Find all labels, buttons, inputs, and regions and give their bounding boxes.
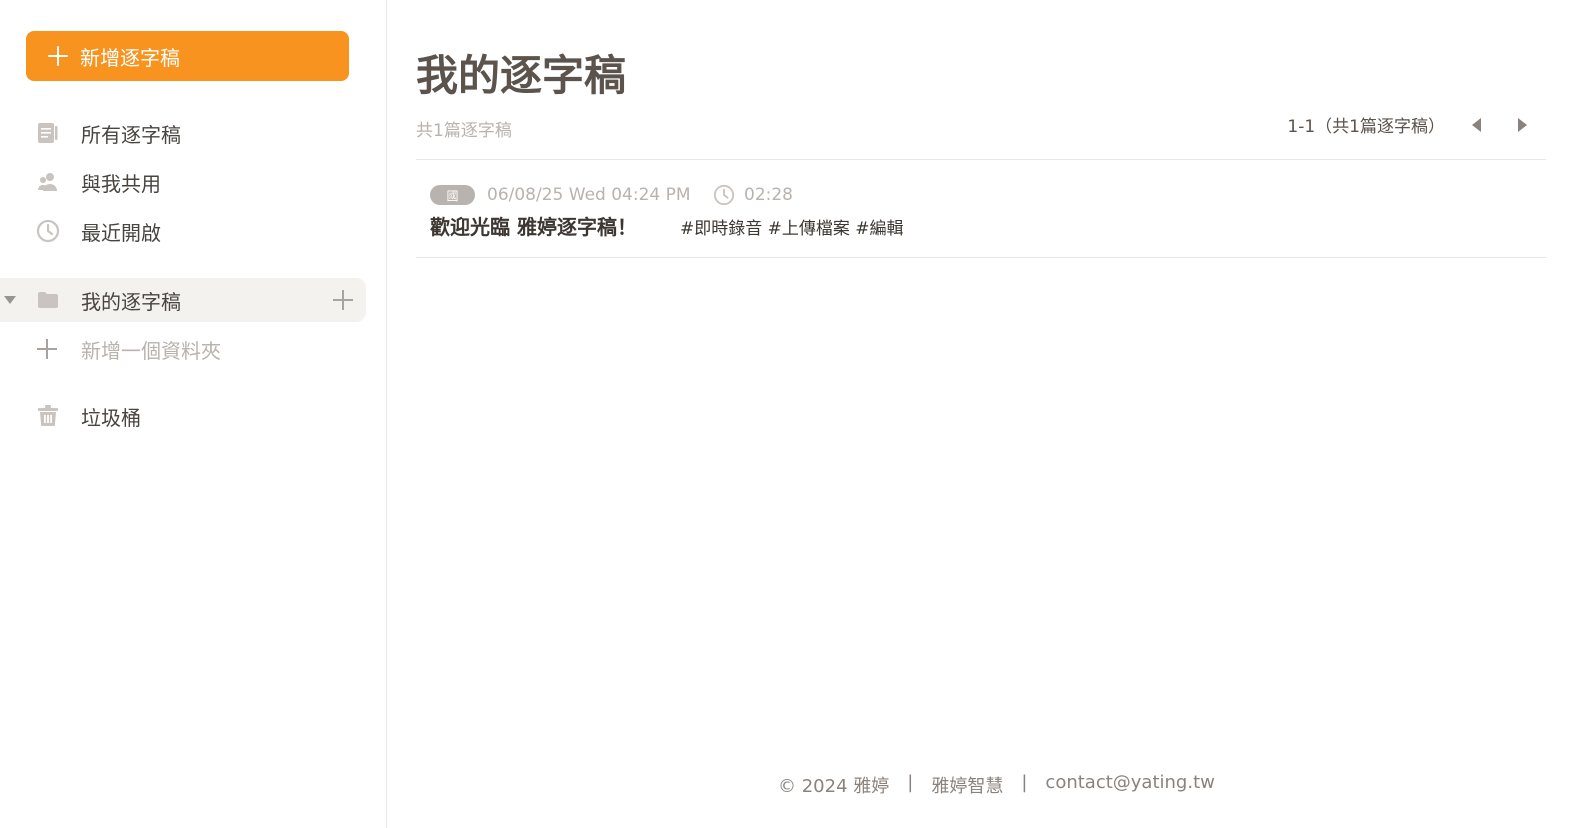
sidebar-item-label: 最近開啟 (81, 220, 161, 245)
sidebar-item-recently-opened[interactable]: 最近開啟 (0, 209, 366, 253)
trash-icon (36, 404, 60, 428)
sidebar: 新增逐字稿 所有逐字稿 與我共用 最近開啟 我的逐字稿 新增一個資料夾 垃圾桶 (0, 0, 387, 828)
transcript-row[interactable]: 國 06/08/25 Wed 04:24 PM 02:28 歡迎光臨 雅婷逐字稿… (416, 160, 1546, 258)
document-icon (36, 121, 60, 145)
main-content: 我的逐字稿 共1篇逐字稿 1-1（共1篇逐字稿） 國 06/08/25 Wed … (388, 0, 1573, 828)
transcript-date: 06/08/25 Wed 04:24 PM (487, 185, 691, 205)
people-icon (36, 170, 60, 194)
transcript-count: 共1篇逐字稿 (416, 121, 512, 141)
add-folder-label: 新增一個資料夾 (81, 338, 221, 363)
caret-down-icon[interactable] (4, 296, 16, 304)
footer-company-link[interactable]: 雅婷智慧 (931, 772, 1003, 798)
clock-icon (36, 219, 60, 243)
language-badge: 國 (430, 185, 475, 205)
add-subfolder-icon[interactable] (332, 289, 354, 311)
folder-icon (36, 288, 60, 312)
sidebar-item-shared-with-me[interactable]: 與我共用 (0, 160, 366, 204)
sidebar-item-label: 所有逐字稿 (81, 122, 181, 147)
sidebar-item-all-transcripts[interactable]: 所有逐字稿 (0, 111, 366, 155)
footer-copyright: © 2024 雅婷 (778, 776, 890, 797)
sidebar-item-label: 我的逐字稿 (81, 289, 181, 314)
sidebar-item-label: 與我共用 (81, 171, 161, 196)
next-page-icon[interactable] (1509, 113, 1533, 137)
footer: © 2024 雅婷 | 雅婷智慧 | contact@yating.tw (778, 772, 1215, 798)
footer-separator: | (907, 772, 914, 793)
pagination-range: 1-1（共1篇逐字稿） (1287, 117, 1445, 137)
plus-icon (48, 46, 68, 66)
add-folder-button[interactable]: 新增一個資料夾 (0, 327, 366, 371)
page-title: 我的逐字稿 (416, 51, 627, 100)
transcript-tags: #即時錄音 #上傳檔案 #編輯 (680, 219, 904, 239)
new-transcript-label: 新增逐字稿 (80, 45, 180, 70)
prev-page-icon[interactable] (1465, 113, 1489, 137)
plus-icon (36, 338, 58, 360)
sidebar-folder-my-transcripts[interactable]: 我的逐字稿 (0, 278, 366, 322)
new-transcript-button[interactable]: 新增逐字稿 (26, 31, 349, 81)
sidebar-item-trash[interactable]: 垃圾桶 (0, 394, 366, 438)
transcript-title[interactable]: 歡迎光臨 雅婷逐字稿！ (430, 211, 637, 240)
footer-separator: | (1021, 772, 1028, 793)
footer-email-link[interactable]: contact@yating.tw (1045, 772, 1214, 798)
pagination: 1-1（共1篇逐字稿） (1287, 112, 1533, 137)
sidebar-item-label: 垃圾桶 (81, 405, 141, 430)
clock-icon (713, 184, 735, 206)
transcript-duration: 02:28 (744, 185, 793, 205)
